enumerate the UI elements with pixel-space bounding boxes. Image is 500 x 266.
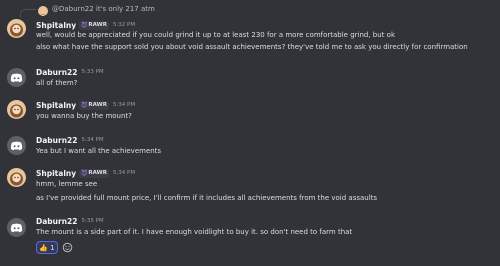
avatar[interactable] (7, 168, 26, 187)
reply-avatar[interactable] (38, 6, 48, 16)
role-tag-label: RAWR (88, 22, 107, 28)
message-header: Daburn22 5:33 PM (36, 66, 104, 78)
demon-icon: 😈 (81, 101, 88, 109)
demon-icon: 😈 (81, 169, 88, 177)
avatar[interactable] (7, 68, 26, 87)
avatar[interactable] (7, 19, 26, 38)
message-text: well, would be appreciated if you could … (36, 31, 395, 39)
timestamp: 5:32 PM (112, 22, 136, 28)
message-text: all of them? (36, 79, 78, 87)
role-tag-label: RAWR (88, 170, 107, 176)
reply-connector (20, 9, 36, 17)
timestamp: 5:34 PM (112, 102, 136, 108)
discord-logo-icon (10, 223, 23, 233)
message-header: Shpitalny 😈 RAWR 5:34 PM (36, 167, 135, 179)
username[interactable]: Shpitalny (36, 21, 76, 30)
message-header: Daburn22 5:35 PM (36, 215, 104, 227)
reaction-thumbs-up[interactable]: 👍 1 (36, 241, 58, 254)
discord-logo-icon (10, 73, 23, 83)
timestamp: 5:35 PM (81, 218, 104, 224)
chat-log: @Daburn22 it's only 217 atm Shpitalny 😈 R… (0, 0, 500, 266)
reply-preview-text[interactable]: @Daburn22 it's only 217 atm (52, 5, 155, 13)
message-text: hmm, lemme see (36, 180, 98, 188)
avatar[interactable] (7, 136, 26, 155)
username[interactable]: Shpitalny (36, 101, 76, 110)
role-tag[interactable]: 😈 RAWR (79, 20, 109, 30)
username[interactable]: Daburn22 (36, 136, 77, 145)
message-header: Shpitalny 😈 RAWR 5:32 PM (36, 19, 135, 31)
username[interactable]: Daburn22 (36, 68, 77, 77)
thumbs-up-icon: 👍 (39, 243, 49, 252)
role-tag-label: RAWR (88, 102, 107, 108)
timestamp: 5:33 PM (81, 69, 104, 75)
message-header: Daburn22 5:34 PM (36, 134, 104, 146)
role-tag[interactable]: 😈 RAWR (79, 168, 109, 178)
discord-logo-icon (10, 141, 23, 151)
message-text: you wanna buy the mount? (36, 112, 132, 120)
message-text: also what have the support sold you abou… (36, 43, 468, 51)
demon-icon: 😈 (81, 21, 88, 29)
avatar[interactable] (7, 100, 26, 119)
avatar[interactable] (7, 218, 26, 237)
username[interactable]: Shpitalny (36, 169, 76, 178)
timestamp: 5:34 PM (81, 137, 104, 143)
role-tag[interactable]: 😈 RAWR (79, 100, 109, 110)
message-header: Shpitalny 😈 RAWR 5:34 PM (36, 99, 135, 111)
username[interactable]: Daburn22 (36, 217, 77, 226)
timestamp: 5:34 PM (112, 170, 136, 176)
message-text: as I've provided full mount price, I'll … (36, 194, 378, 202)
add-reaction-button[interactable] (62, 242, 73, 253)
smiley-icon (62, 242, 73, 253)
message-text: Yea but I want all the achievements (36, 147, 162, 155)
message-text: The mount is a side part of it. I have e… (36, 228, 353, 236)
reaction-count: 1 (50, 243, 55, 252)
